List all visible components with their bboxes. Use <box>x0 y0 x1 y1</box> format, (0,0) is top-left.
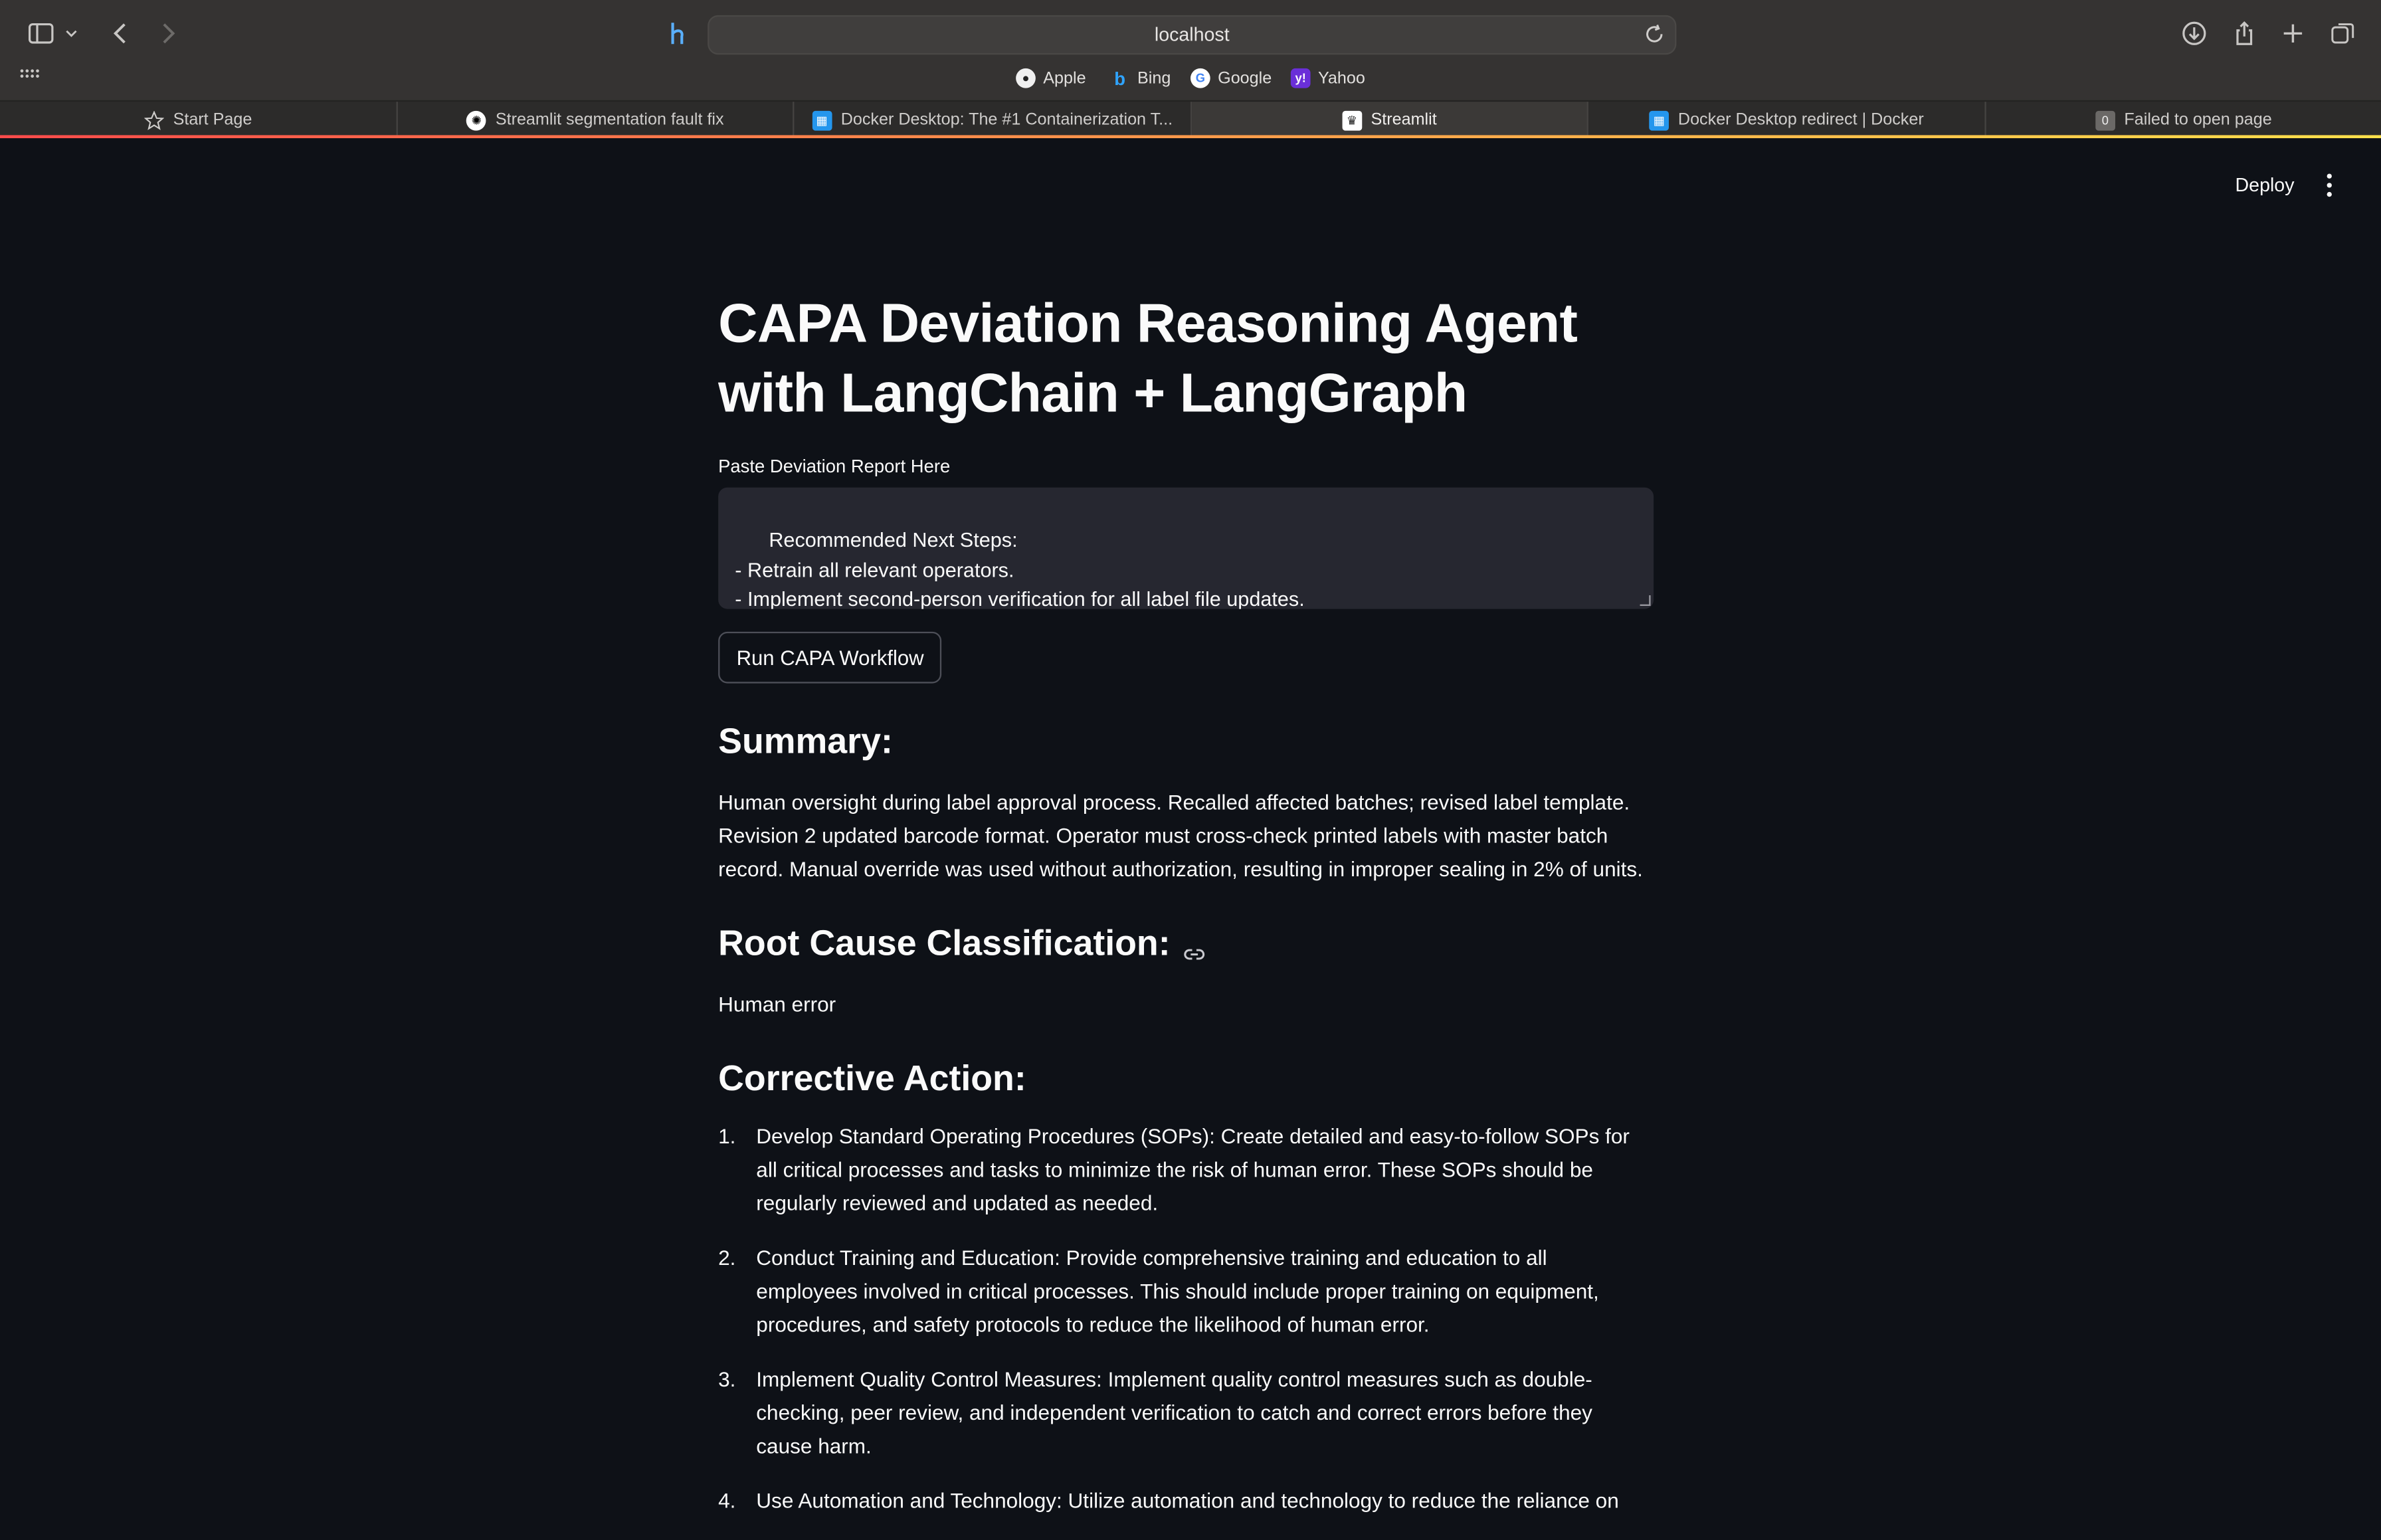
list-text: Implement Quality Control Measures: Impl… <box>756 1368 1592 1458</box>
streamlit-icon: ♛ <box>1342 110 1362 130</box>
run-capa-workflow-button[interactable]: Run CAPA Workflow <box>718 631 943 684</box>
share-icon[interactable] <box>2228 17 2261 50</box>
star-icon <box>144 110 164 130</box>
deviation-report-textarea[interactable]: Recommended Next Steps: - Retrain all re… <box>718 487 1654 609</box>
list-number: 4. <box>718 1490 736 1513</box>
openai-icon: ✺ <box>466 110 487 130</box>
main-content: CAPA Deviation Reasoning Agent with Lang… <box>718 288 1654 1513</box>
docker-icon: ▦ <box>1649 110 1669 130</box>
list-text: Develop Standard Operating Procedures (S… <box>756 1125 1630 1215</box>
sidebar-toggle-icon[interactable] <box>25 17 58 50</box>
favorite-apple[interactable]: ● Apple <box>1016 68 1086 88</box>
docker-icon: ▦ <box>812 110 832 130</box>
list-text: Use Automation and Technology: Utilize a… <box>756 1490 1619 1513</box>
tab-docker-desktop[interactable]: ▦ Docker Desktop: The #1 Containerizatio… <box>794 102 1192 138</box>
root-cause-heading: Root Cause Classification: <box>718 923 1205 965</box>
tab-label: Streamlit segmentation fault fix <box>495 110 724 130</box>
apple-icon: ● <box>1016 68 1036 88</box>
summary-heading: Summary: <box>718 721 893 761</box>
download-icon[interactable] <box>2178 17 2211 50</box>
address-bar[interactable]: localhost <box>708 15 1677 55</box>
chevron-down-icon[interactable] <box>60 17 82 50</box>
forward-icon[interactable] <box>150 17 183 50</box>
list-item: 3. Implement Quality Control Measures: Im… <box>718 1364 1654 1464</box>
root-cause-heading-text: Root Cause Classification: <box>718 923 1171 963</box>
tab-label: Failed to open page <box>2124 110 2272 130</box>
grid-icon[interactable] <box>17 62 41 87</box>
favorite-google[interactable]: G Google <box>1190 68 1272 88</box>
tab-label: Docker Desktop redirect | Docker <box>1677 110 1924 130</box>
textarea-label: Paste Deviation Report Here <box>718 455 951 477</box>
tab-streamlit[interactable]: ♛ Streamlit <box>1192 102 1588 138</box>
corrective-action-list: 1. Develop Standard Operating Procedures … <box>718 1121 1654 1540</box>
url-text: localhost <box>1154 24 1230 46</box>
tab-segmentation-fault[interactable]: ✺ Streamlit segmentation fault fix <box>398 102 795 138</box>
tab-bar: Start Page ✺ Streamlit segmentation faul… <box>0 100 2381 138</box>
favorite-label: Yahoo <box>1317 68 1365 88</box>
favorite-yahoo[interactable]: y! Yahoo <box>1290 68 1365 88</box>
root-cause-value: Human error <box>718 993 836 1016</box>
tab-label: Docker Desktop: The #1 Containerization … <box>840 110 1173 130</box>
deploy-button[interactable]: Deploy <box>2226 171 2303 199</box>
tab-docker-redirect[interactable]: ▦ Docker Desktop redirect | Docker <box>1588 102 1986 138</box>
tab-label: Start Page <box>173 110 252 130</box>
reload-icon[interactable] <box>1643 23 1666 45</box>
corrective-action-heading: Corrective Action: <box>718 1058 1026 1098</box>
textarea-value: Recommended Next Steps: - Retrain all re… <box>735 529 1305 609</box>
more-menu-icon[interactable] <box>2317 171 2342 199</box>
browser-toolbar: localhost ● Apple b Bing G Google y! Yah… <box>0 0 2381 138</box>
link-icon[interactable] <box>1183 934 1205 961</box>
tab-start-page[interactable]: Start Page <box>0 102 398 138</box>
new-tab-icon[interactable] <box>2276 17 2309 50</box>
favorite-label: Google <box>1218 68 1272 88</box>
error-icon: 0 <box>2095 110 2115 130</box>
list-number: 3. <box>718 1368 736 1391</box>
list-item: 4. Use Automation and Technology: Utilize… <box>718 1485 1654 1518</box>
back-icon[interactable] <box>105 17 138 50</box>
favorites-bar: ● Apple b Bing G Google y! Yahoo <box>0 67 2381 94</box>
summary-text: Human oversight during label approval pr… <box>718 791 1643 881</box>
favorite-label: Bing <box>1137 68 1171 88</box>
tab-overview-icon[interactable] <box>2327 17 2360 50</box>
resize-handle[interactable] <box>1640 595 1651 606</box>
list-item: 1. Develop Standard Operating Procedures … <box>718 1121 1654 1221</box>
list-number: 2. <box>718 1246 736 1270</box>
yahoo-icon: y! <box>1290 68 1311 88</box>
favorite-label: Apple <box>1043 68 1086 88</box>
list-text: Conduct Training and Education: Provide … <box>756 1246 1599 1337</box>
streamlit-accent-line <box>0 135 2381 138</box>
favorite-bing[interactable]: b Bing <box>1110 67 1171 89</box>
list-item: 2. Conduct Training and Education: Provid… <box>718 1242 1654 1343</box>
tab-label: Streamlit <box>1371 110 1437 130</box>
tab-failed-page[interactable]: 0 Failed to open page <box>1986 102 2381 138</box>
page-title: CAPA Deviation Reasoning Agent with Lang… <box>718 291 1578 424</box>
google-icon: G <box>1190 68 1210 88</box>
extension-icon[interactable] <box>660 17 694 50</box>
bing-icon: b <box>1114 67 1126 89</box>
list-number: 1. <box>718 1125 736 1148</box>
